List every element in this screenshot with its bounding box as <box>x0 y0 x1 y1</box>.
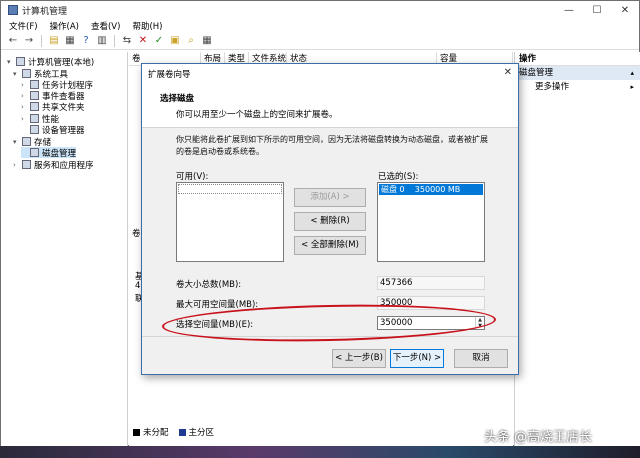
menu-action[interactable]: 操作(A) <box>50 20 79 32</box>
console-tree-icon[interactable]: ▦ <box>64 35 76 47</box>
expand-icon[interactable]: › <box>21 92 28 100</box>
open-folder-icon[interactable]: ▣ <box>169 35 181 47</box>
toolbar: ← → ▤ ▦ ? ▥ ⇆ ✕ ✓ ▣ ⌕ ▦ <box>1 33 639 50</box>
shared-folder-icon <box>30 102 39 111</box>
dialog-title-bar: 扩展卷向导 ✕ <box>142 64 518 84</box>
focus-row <box>178 184 282 194</box>
add-button[interactable]: 添加(A) > <box>294 188 366 207</box>
back-arrow-icon[interactable]: ← <box>7 35 19 47</box>
help-icon[interactable]: ? <box>80 35 92 47</box>
toolbar-separator <box>41 35 42 47</box>
tree-storage[interactable]: ▾ 存储 <box>13 136 51 148</box>
legend: 未分配 主分区 <box>133 426 214 438</box>
forward-arrow-icon[interactable]: → <box>23 35 35 47</box>
actions-pane: 操作 磁盘管理 ▴ 更多操作 ▸ <box>514 52 640 446</box>
remove-all-button[interactable]: < 全部删除(M) <box>294 236 366 255</box>
folder-up-icon[interactable]: ▤ <box>48 35 60 47</box>
tree-disk-management[interactable]: 磁盘管理 <box>21 147 77 159</box>
tree-performance[interactable]: › 性能 <box>21 113 59 125</box>
collapse-icon[interactable]: ▾ <box>7 58 14 66</box>
actions-header: 操作 <box>515 52 640 66</box>
device-icon <box>30 125 39 134</box>
close-button[interactable]: ✕ <box>611 1 639 19</box>
wizard-subheading: 你可以用至少一个磁盘上的空间来扩展卷。 <box>176 110 338 120</box>
watermark: 头条 @高烧王店长 <box>484 430 593 445</box>
expand-icon[interactable]: › <box>13 161 20 169</box>
services-icon <box>22 160 31 169</box>
tree-event-viewer[interactable]: › 事件查看器 <box>21 90 85 102</box>
expand-icon[interactable]: › <box>21 103 28 111</box>
primary-swatch-icon <box>178 429 186 436</box>
computer-icon <box>16 57 25 66</box>
lower-col-volume: 卷 <box>132 229 141 239</box>
title-bar: 计算机管理 — ☐ ✕ <box>1 1 639 19</box>
selected-label: 已选的(S): <box>378 172 419 182</box>
actions-section-disk-management[interactable]: 磁盘管理 ▴ <box>515 66 640 80</box>
available-disks-list[interactable] <box>176 182 284 262</box>
menu-file[interactable]: 文件(F) <box>9 20 38 32</box>
minimize-button[interactable]: — <box>555 1 583 19</box>
dialog-close-icon[interactable]: ✕ <box>504 67 512 78</box>
tree-device-manager[interactable]: 设备管理器 <box>21 124 85 136</box>
menu-view[interactable]: 查看(V) <box>91 20 120 32</box>
clock-icon <box>30 80 39 89</box>
available-label: 可用(V): <box>176 172 209 182</box>
wizard-description: 你只能将此卷扩展到如下所示的可用空间，因为无法将磁盘转换为动态磁盘，或者被扩展的… <box>176 135 488 156</box>
more-actions[interactable]: 更多操作 ▸ <box>515 80 640 94</box>
wizard-header: 选择磁盘 你可以用至少一个磁盘上的空间来扩展卷。 <box>142 84 518 128</box>
dialog-title: 扩展卷向导 <box>148 70 191 80</box>
remove-button[interactable]: < 删除(R) <box>294 212 366 231</box>
expand-icon[interactable]: › <box>21 115 28 123</box>
tree-shared-folders[interactable]: › 共享文件夹 <box>21 101 85 113</box>
next-button[interactable]: 下一步(N) > <box>390 349 444 368</box>
disk-icon <box>30 148 39 157</box>
storage-icon <box>22 137 31 146</box>
window-title: 计算机管理 <box>22 6 68 17</box>
event-log-icon <box>30 91 39 100</box>
selected-disk-item[interactable]: 磁盘 0 350000 MB <box>379 184 483 195</box>
toolbar-separator <box>114 35 115 47</box>
menu-bar: 文件(F) 操作(A) 查看(V) 帮助(H) <box>1 19 639 33</box>
collapse-icon[interactable]: ▾ <box>13 138 20 146</box>
check-icon[interactable]: ✓ <box>153 35 165 47</box>
total-size-label: 卷大小总数(MB): <box>176 280 242 290</box>
desktop: 计算机管理 — ☐ ✕ 文件(F) 操作(A) 查看(V) 帮助(H) ← → … <box>0 0 640 458</box>
delete-icon[interactable]: ✕ <box>137 35 149 47</box>
legend-unallocated: 未分配 <box>133 426 169 438</box>
selected-disks-list[interactable]: 磁盘 0 350000 MB <box>377 182 485 262</box>
total-size-value: 457366 <box>377 276 485 290</box>
tree-root[interactable]: ▾ 计算机管理(本地) <box>7 56 94 68</box>
view-icon[interactable]: ▦ <box>201 35 213 47</box>
search-folder-icon[interactable]: ⌕ <box>185 35 197 47</box>
cancel-button[interactable]: 取消 <box>454 349 508 368</box>
expand-icon[interactable]: › <box>21 81 28 89</box>
collapse-icon[interactable]: ▾ <box>13 70 20 78</box>
maximize-button[interactable]: ☐ <box>583 1 611 19</box>
tree-task-scheduler[interactable]: › 任务计划程序 <box>21 79 93 91</box>
computer-management-icon <box>8 5 18 15</box>
performance-icon <box>30 114 39 123</box>
tree-system-tools[interactable]: ▾ 系统工具 <box>13 68 68 80</box>
legend-primary: 主分区 <box>178 426 214 438</box>
tools-icon <box>22 69 31 78</box>
menu-help[interactable]: 帮助(H) <box>132 20 162 32</box>
collapse-icon[interactable]: ▴ <box>630 66 634 80</box>
wizard-heading: 选择磁盘 <box>160 94 195 104</box>
properties-icon[interactable]: ▥ <box>96 35 108 47</box>
desktop-strip <box>0 446 640 458</box>
chevron-right-icon: ▸ <box>630 83 634 91</box>
back-button[interactable]: < 上一步(B) <box>332 349 386 368</box>
tree-services-apps[interactable]: › 服务和应用程序 <box>13 159 94 171</box>
unallocated-swatch-icon <box>133 429 140 436</box>
connect-icon[interactable]: ⇆ <box>121 35 133 47</box>
console-tree: ▾ 计算机管理(本地) ▾ 系统工具 › 任务计划程序 › 事件查看器 › 共享文件夹 ›… <box>1 52 128 446</box>
